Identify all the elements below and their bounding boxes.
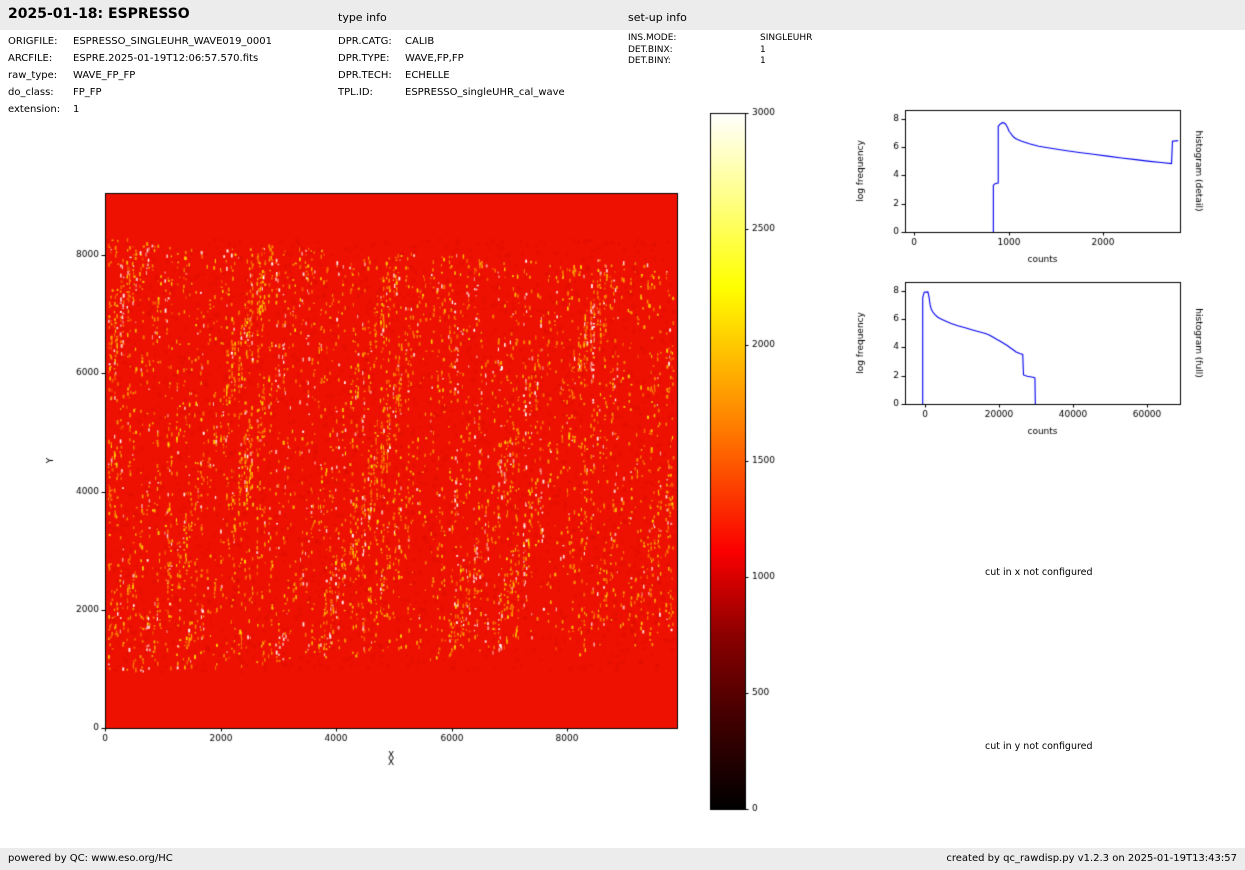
meta-row-doclass: do_class: FP_FP — [8, 84, 272, 101]
meta-label: INS.MODE: — [628, 33, 760, 45]
meta-label: ARCFILE: — [8, 50, 73, 67]
meta-label: DPR.TYPE: — [338, 50, 405, 67]
meta-value: ESPRESSO_singleUHR_cal_wave — [405, 84, 565, 101]
meta-value: WAVE_FP_FP — [73, 67, 135, 84]
meta-label: DET.BINY: — [628, 56, 760, 68]
meta-row-dprtype: DPR.TYPE: WAVE,FP,FP — [338, 50, 565, 67]
meta-row-dprtech: DPR.TECH: ECHELLE — [338, 67, 565, 84]
meta-value: 1 — [760, 56, 766, 68]
meta-label: extension: — [8, 101, 73, 118]
setup-info-heading: set-up info — [628, 11, 687, 24]
meta-value: ECHELLE — [405, 67, 450, 84]
meta-row-dprcatg: DPR.CATG: CALIB — [338, 33, 565, 50]
meta-value: 1 — [73, 101, 79, 118]
footer-created-by: created by qc_rawdisp.py v1.2.3 on 2025-… — [946, 853, 1237, 864]
cut-x-status: cut in x not configured — [985, 567, 1093, 578]
meta-row-detbiny: DET.BINY: 1 — [628, 56, 812, 68]
meta-label: do_class: — [8, 84, 73, 101]
meta-value: 1 — [760, 45, 766, 57]
footer-bar: powered by QC: www.eso.org/HC created by… — [0, 848, 1245, 870]
meta-value: FP_FP — [73, 84, 102, 101]
meta-label: raw_type: — [8, 67, 73, 84]
setup-info-block: INS.MODE: SINGLEUHR DET.BINX: 1 DET.BINY… — [628, 33, 812, 68]
meta-value: SINGLEUHR — [760, 33, 812, 45]
meta-value: ESPRE.2025-01-19T12:06:57.570.fits — [73, 50, 258, 67]
histogram-detail-plot — [850, 95, 1205, 280]
meta-row-tplid: TPL.ID: ESPRESSO_singleUHR_cal_wave — [338, 84, 565, 101]
footer-powered-by: powered by QC: www.eso.org/HC — [8, 853, 173, 864]
meta-value: ESPRESSO_SINGLEUHR_WAVE019_0001 — [73, 33, 272, 50]
meta-label: DPR.TECH: — [338, 67, 405, 84]
cut-y-status: cut in y not configured — [985, 741, 1093, 752]
meta-label: TPL.ID: — [338, 84, 405, 101]
meta-row-insmode: INS.MODE: SINGLEUHR — [628, 33, 812, 45]
meta-label: DET.BINX: — [628, 45, 760, 57]
meta-row-arcfile: ARCFILE: ESPRE.2025-01-19T12:06:57.570.f… — [8, 50, 272, 67]
raw-frame-plot — [40, 178, 700, 778]
meta-label: ORIGFILE: — [8, 33, 73, 50]
histogram-full-plot — [850, 267, 1205, 452]
meta-value: WAVE,FP,FP — [405, 50, 464, 67]
file-info-block: ORIGFILE: ESPRESSO_SINGLEUHR_WAVE019_000… — [8, 33, 272, 118]
meta-row-detbinx: DET.BINX: 1 — [628, 45, 812, 57]
meta-row-origfile: ORIGFILE: ESPRESSO_SINGLEUHR_WAVE019_000… — [8, 33, 272, 50]
meta-row-extension: extension: 1 — [8, 101, 272, 118]
meta-row-rawtype: raw_type: WAVE_FP_FP — [8, 67, 272, 84]
page-title: 2025-01-18: ESPRESSO — [8, 6, 190, 22]
header-bar: 2025-01-18: ESPRESSO type info set-up in… — [0, 0, 1245, 30]
meta-label: DPR.CATG: — [338, 33, 405, 50]
intensity-colorbar — [705, 105, 815, 820]
type-info-block: DPR.CATG: CALIB DPR.TYPE: WAVE,FP,FP DPR… — [338, 33, 565, 101]
meta-value: CALIB — [405, 33, 434, 50]
type-info-heading: type info — [338, 11, 387, 24]
